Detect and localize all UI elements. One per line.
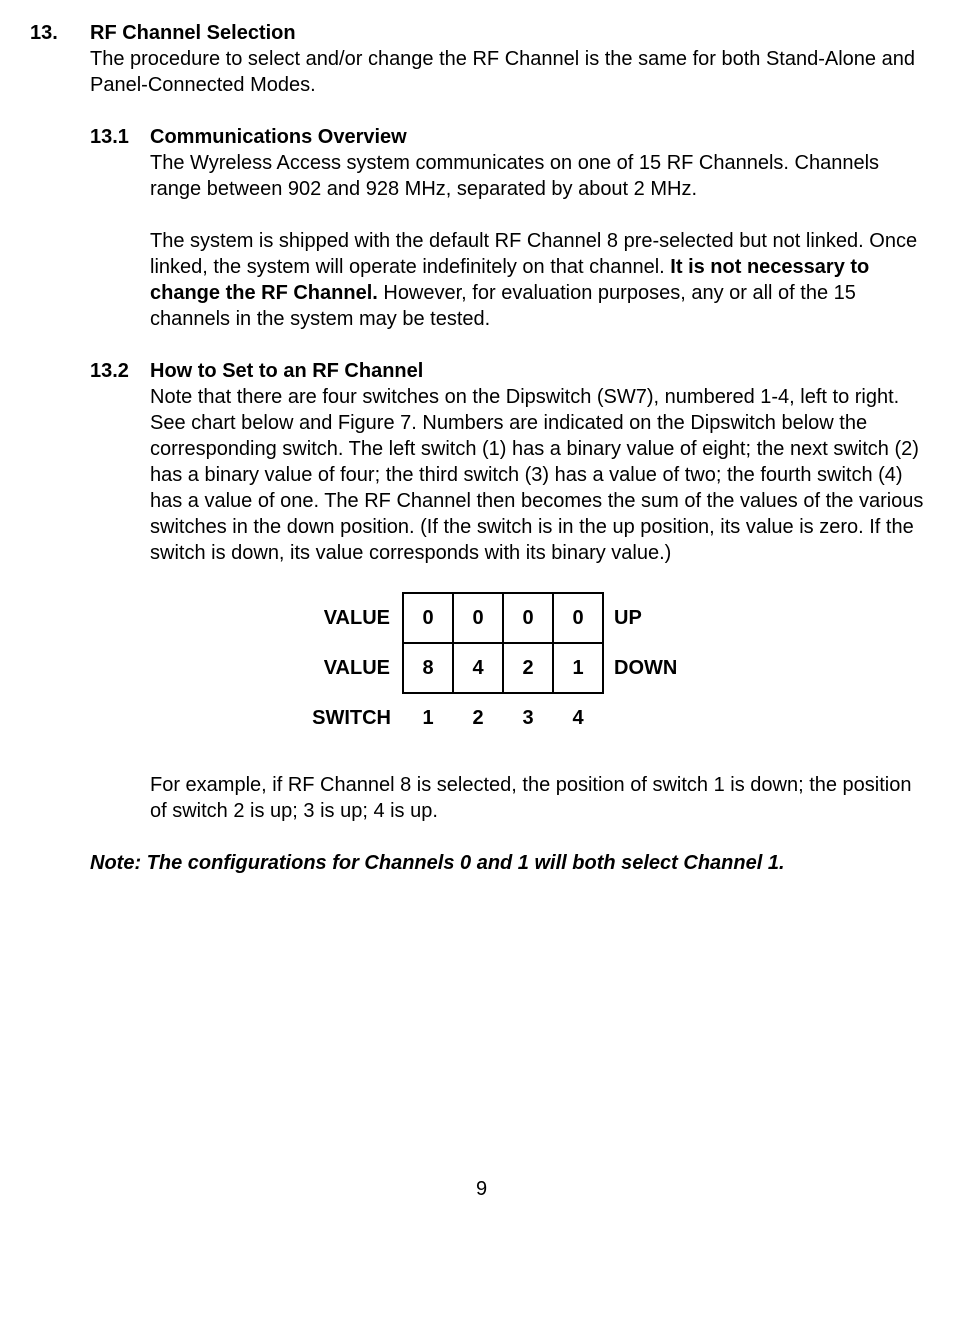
table-cell: 8 [403,643,453,693]
table-cell: 2 [453,693,503,742]
sub2-p2: For example, if RF Channel 8 is selected… [150,772,933,824]
subsection-number: 13.2 [90,358,150,384]
subsection-13-2-body: Note that there are four switches on the… [150,384,933,566]
table-cell: 4 [553,693,603,742]
table-cell: 0 [403,593,453,643]
section-intro-text: The procedure to select and/or change th… [90,46,933,98]
table-cell: 2 [503,643,553,693]
page-number: 9 [30,1176,933,1202]
section-intro: The procedure to select and/or change th… [90,46,933,98]
table-row-down: VALUE 8 4 2 1 DOWN [300,643,694,693]
table-row-switch: SWITCH 1 2 3 4 [300,693,694,742]
table-cell: 1 [403,693,453,742]
subsection-number: 13.1 [90,124,150,150]
section-header: 13. RF Channel Selection [30,20,933,46]
table-cell: 1 [553,643,603,693]
subsection-13-1-body: The Wyreless Access system communicates … [150,150,933,332]
table-row-up: VALUE 0 0 0 0 UP [300,593,694,643]
subsection-13-2-header: 13.2 How to Set to an RF Channel [90,358,933,384]
table-cell: 0 [453,593,503,643]
table-cell: 0 [553,593,603,643]
row-suffix: UP [603,593,694,643]
dipswitch-table: VALUE 0 0 0 0 UP VALUE 8 4 2 1 DOWN SWIT… [300,592,694,742]
row-suffix: DOWN [603,643,694,693]
table-cell: 3 [503,693,553,742]
row-label: VALUE [300,593,403,643]
switch-value-table: VALUE 0 0 0 0 UP VALUE 8 4 2 1 DOWN SWIT… [150,592,933,742]
note-text: Note: The configurations for Channels 0 … [90,850,933,876]
subsection-13-1-header: 13.1 Communications Overview [90,124,933,150]
table-cell: 4 [453,643,503,693]
subsection-13-2-example: For example, if RF Channel 8 is selected… [150,772,933,824]
sub1-p2: The system is shipped with the default R… [150,228,933,332]
sub2-p1: Note that there are four switches on the… [150,384,933,566]
subsection-title: How to Set to an RF Channel [150,360,423,382]
row-label: VALUE [300,643,403,693]
section-number: 13. [30,20,90,46]
section-title: RF Channel Selection [90,22,296,44]
table-cell: 0 [503,593,553,643]
subsection-title: Communications Overview [150,126,407,148]
row-suffix [603,693,694,742]
sub1-p1: The Wyreless Access system communicates … [150,150,933,202]
row-label: SWITCH [300,693,403,742]
